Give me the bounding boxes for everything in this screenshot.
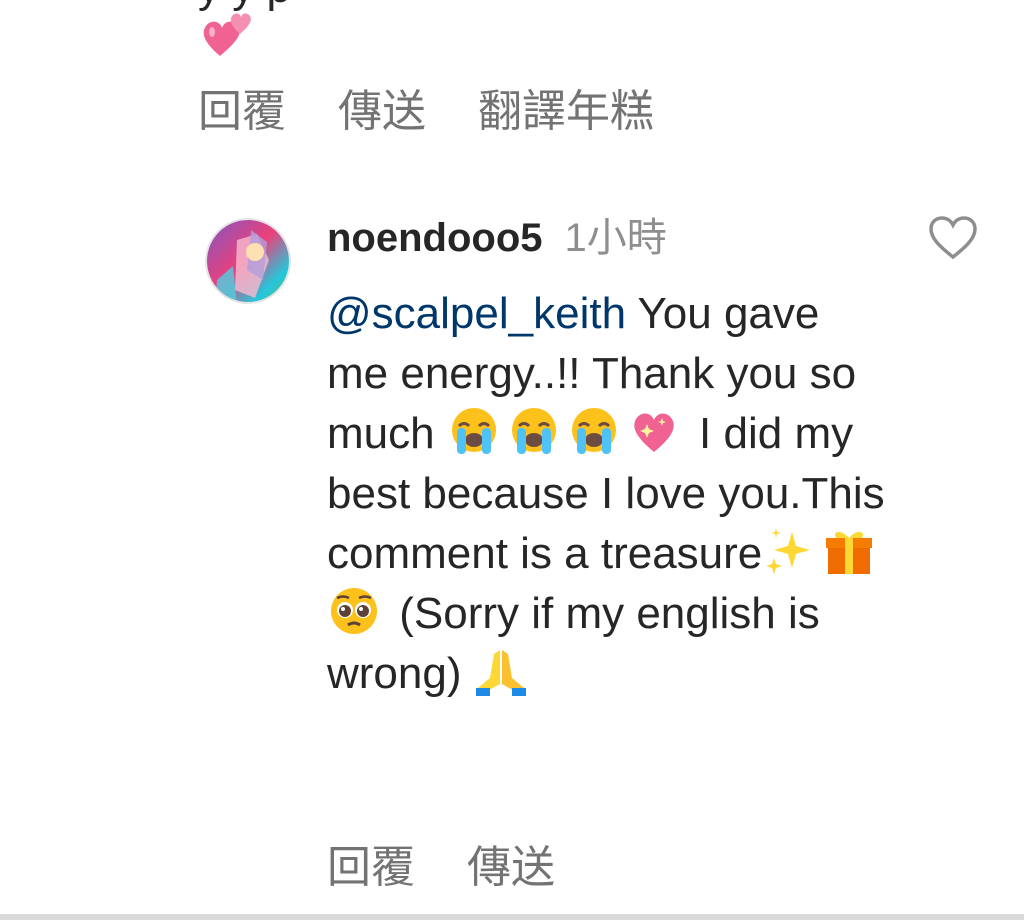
comment-thread: y y p 回覆 傳送 翻譯年糕 [0,0,1024,920]
loudly-crying-face-icon [507,404,561,458]
comment-text-part3: (Sorry if my english is wrong) [327,589,820,698]
comment-actions: 回覆 傳送 [327,842,555,894]
send-button[interactable]: 傳送 [338,86,426,138]
loudly-crying-face-icon [447,404,501,458]
previous-comment-emoji [198,4,258,64]
sparkling-heart-icon [627,404,681,458]
avatar[interactable] [205,218,291,304]
username[interactable]: noendooo5 [327,214,543,262]
translate-button[interactable]: 翻譯年糕 [478,86,654,138]
comment-text: @scalpel_keith You gave me energy..!! Th… [327,284,887,704]
bottom-divider [0,914,1024,920]
folded-hands-icon [474,644,528,698]
mention-link[interactable]: @scalpel_keith [327,289,626,338]
comment-meta: noendooo5 1小時 [327,214,887,262]
reply-button[interactable]: 回覆 [198,86,286,138]
timestamp: 1小時 [564,216,667,260]
wrapped-gift-icon [822,524,876,578]
reply-button[interactable]: 回覆 [327,842,415,894]
previous-comment-actions: 回覆 傳送 翻譯年糕 [198,86,654,138]
comment-body: noendooo5 1小時 @scalpel_keith You gave me… [327,214,887,704]
loudly-crying-face-icon [567,404,621,458]
heart-icon[interactable] [927,214,979,262]
pleading-face-icon [327,584,381,638]
two-hearts-icon [198,4,252,58]
previous-comment-text: y y p [198,0,858,18]
send-button[interactable]: 傳送 [467,842,555,894]
previous-comment: y y p [198,0,858,56]
sparkles-icon [762,524,816,578]
